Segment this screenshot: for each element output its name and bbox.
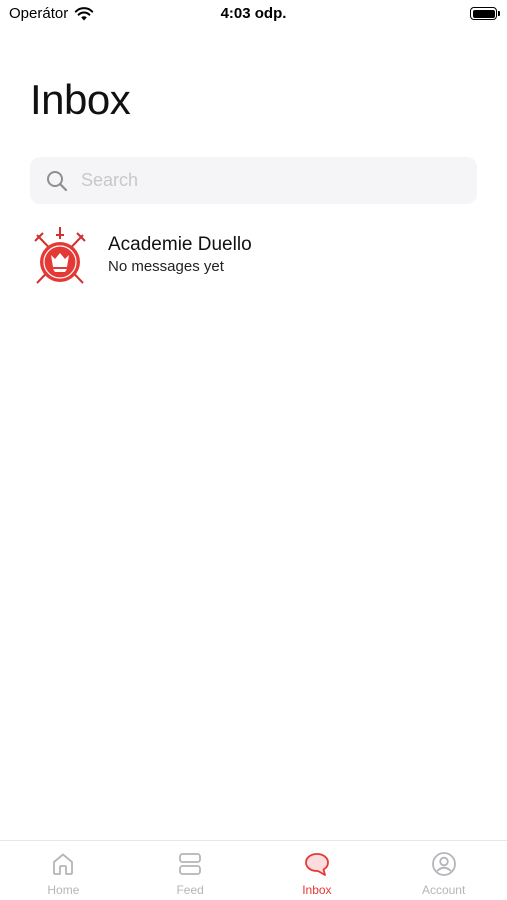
conversation-item[interactable]: Academie Duello No messages yet — [33, 224, 477, 290]
tab-home[interactable]: Home — [0, 841, 127, 900]
tab-home-label: Home — [47, 883, 80, 897]
tab-feed[interactable]: Feed — [127, 841, 254, 900]
feed-icon — [179, 853, 202, 875]
tab-inbox-label: Inbox — [302, 883, 332, 897]
battery-icon — [470, 7, 500, 20]
academie-duello-crest-icon — [34, 227, 86, 284]
conversation-name: Academie Duello — [108, 234, 252, 255]
search-bar[interactable] — [30, 157, 477, 204]
tab-inbox[interactable]: Inbox — [254, 841, 381, 900]
page-title: Inbox — [30, 76, 131, 123]
status-time: 4:03 odp. — [220, 5, 287, 22]
tab-account-label: Account — [421, 883, 466, 897]
search-icon — [47, 170, 68, 191]
conversation-text: Academie Duello No messages yet — [108, 233, 252, 277]
status-bar: Operátor 4:03 odp. — [0, 0, 507, 30]
tab-feed-label: Feed — [176, 883, 204, 897]
conversation-preview: No messages yet — [108, 258, 224, 275]
tab-account[interactable]: Account — [380, 841, 507, 900]
chat-bubble-icon — [304, 853, 329, 876]
home-icon — [53, 853, 74, 875]
account-icon — [431, 852, 456, 876]
search-input[interactable] — [81, 170, 441, 191]
tab-bar: Home Feed Inbox Account — [0, 840, 507, 900]
